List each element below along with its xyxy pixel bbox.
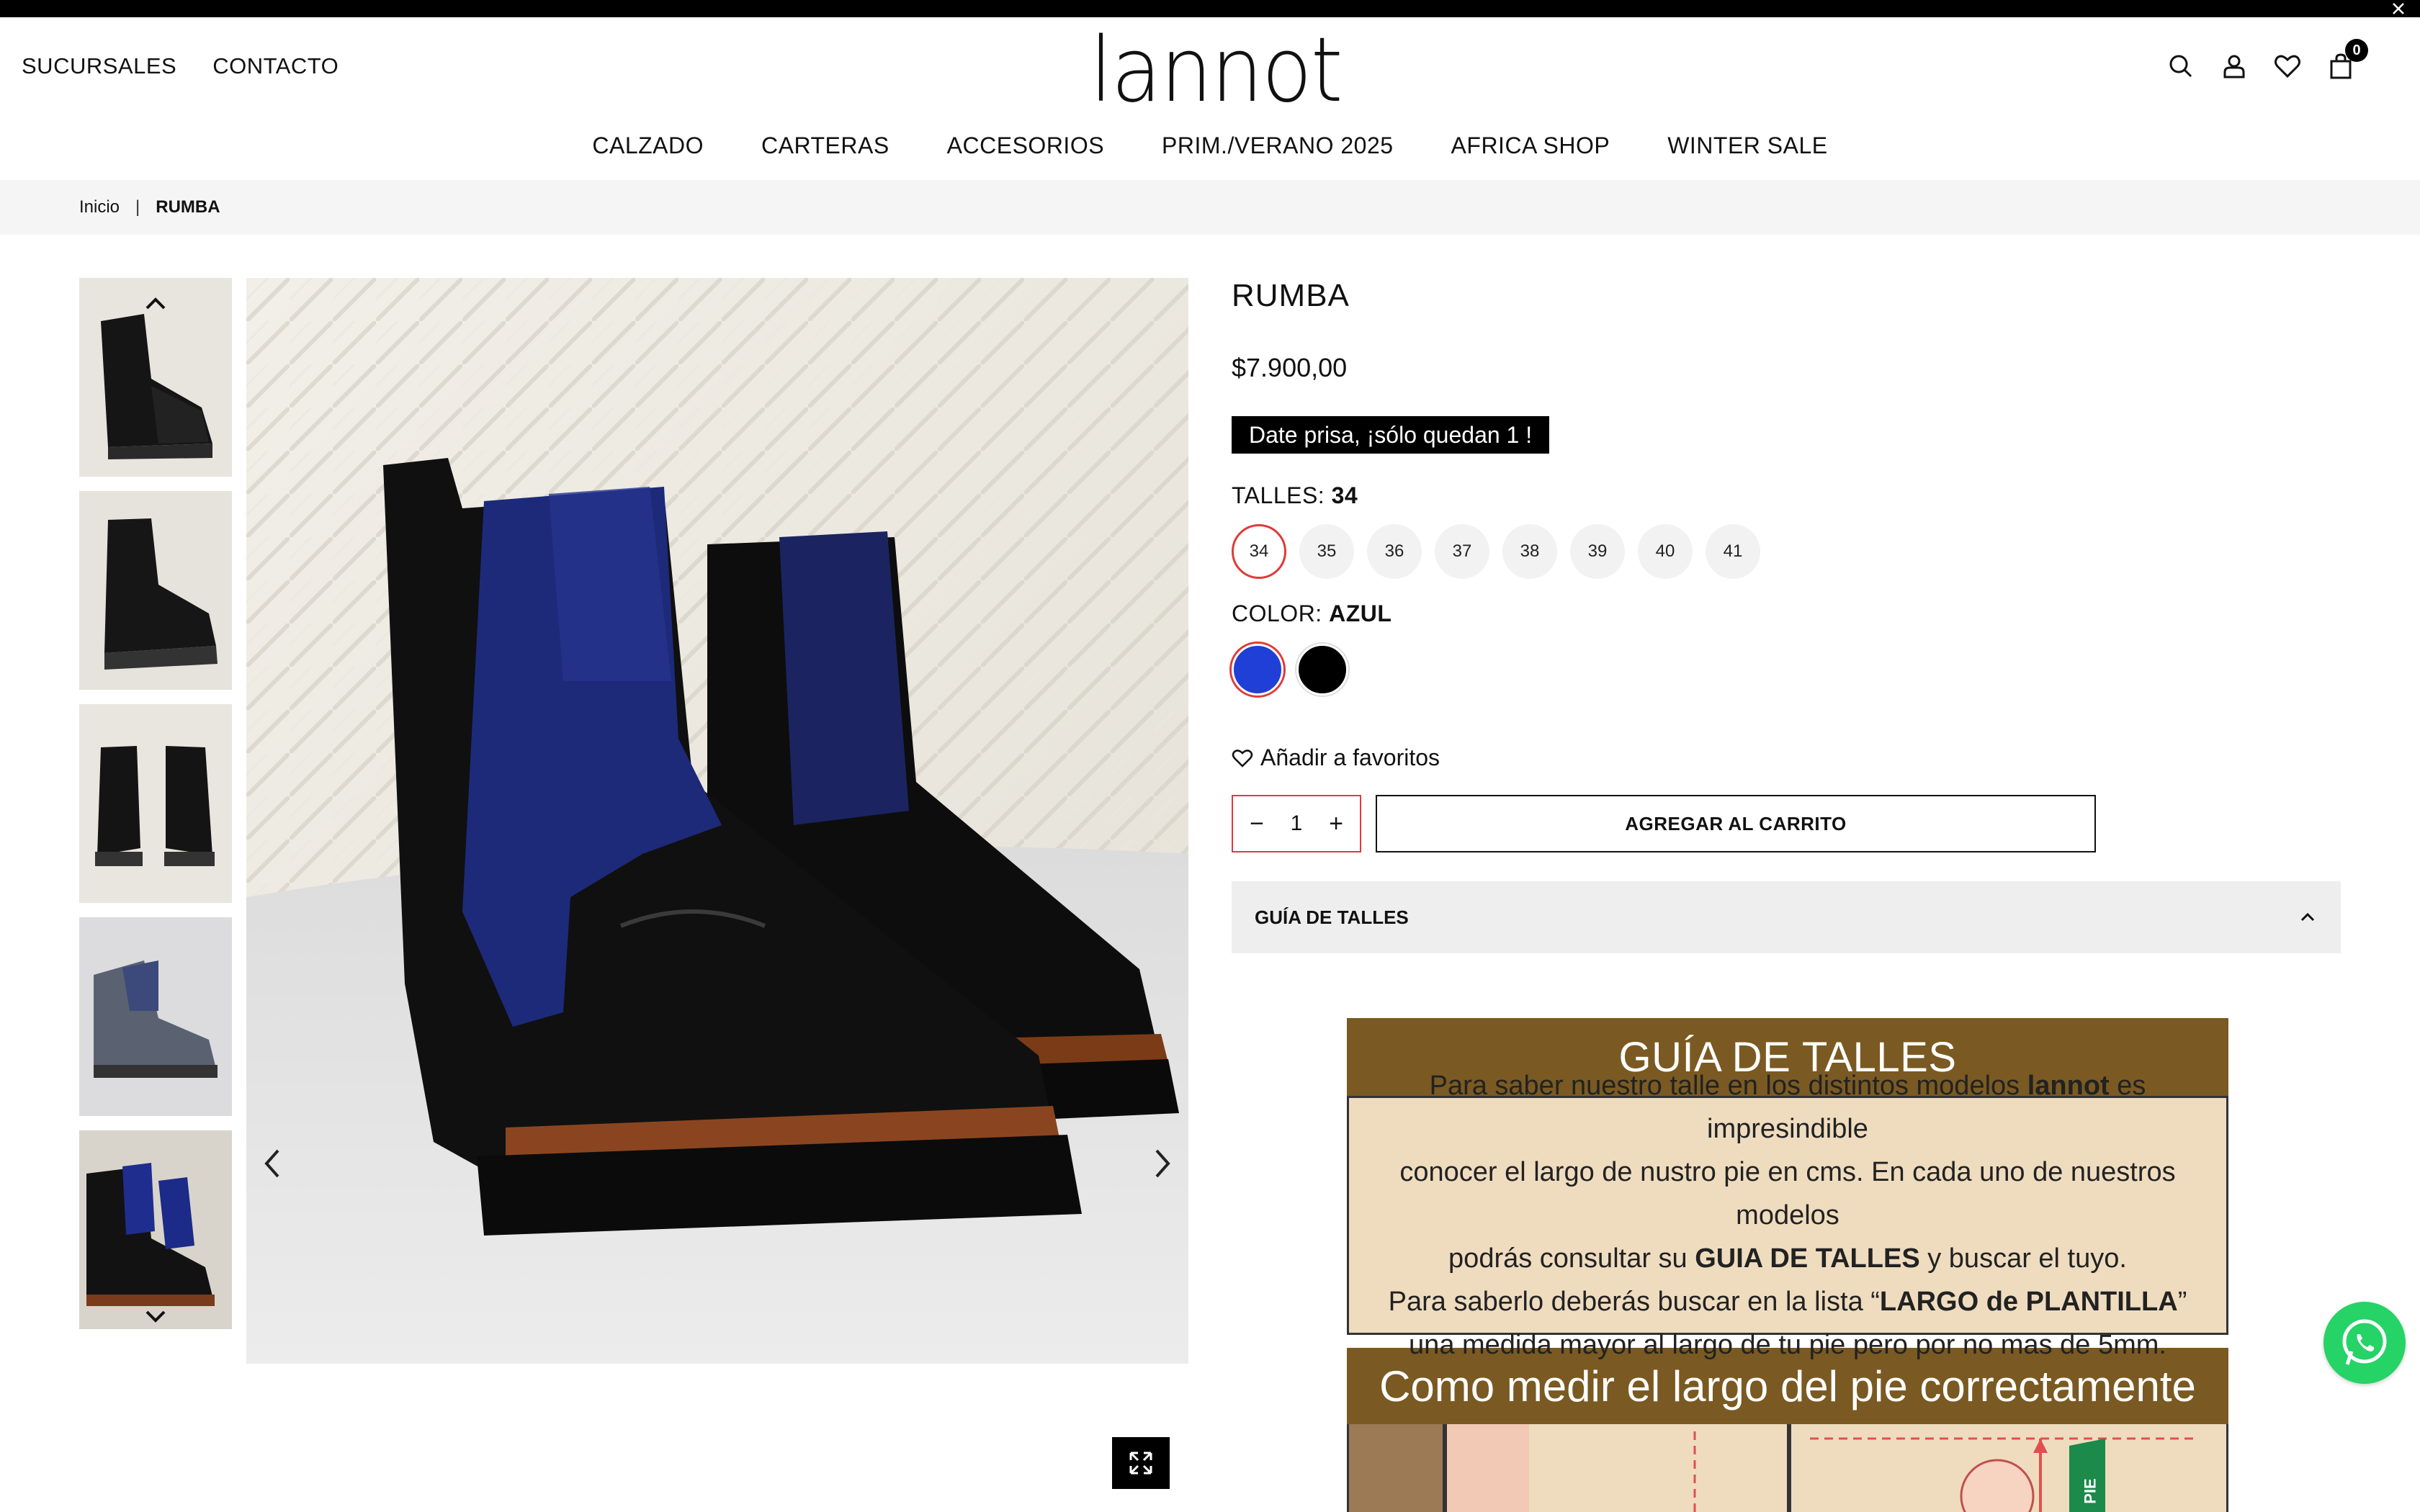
link-sucursales[interactable]: SUCURSALES (22, 53, 176, 79)
whatsapp-button[interactable] (2323, 1302, 2406, 1384)
bag-icon[interactable]: 0 (2326, 39, 2368, 81)
size-option-40[interactable]: 40 (1638, 524, 1693, 579)
thumbnail-5[interactable] (79, 1130, 232, 1329)
size-guide-accordion[interactable]: GUÍA DE TALLES (1232, 881, 2341, 953)
chevron-left-icon[interactable] (258, 1142, 287, 1185)
heart-outline-icon (1232, 749, 1253, 768)
user-icon[interactable] (2220, 52, 2249, 81)
guide-line-4: Para saberlo deberás buscar en la lista … (1389, 1280, 2187, 1323)
main-nav: CALZADO CARTERAS ACCESORIOS PRIM./VERANO… (0, 132, 2420, 159)
breadcrumb: Inicio | RUMBA (0, 180, 2420, 235)
heart-icon[interactable] (2273, 52, 2302, 81)
decrease-quantity-button[interactable]: − (1246, 810, 1268, 838)
color-swatch-negro[interactable] (1296, 644, 1348, 696)
quantity-value[interactable]: 1 (1291, 811, 1303, 836)
size-label-text: TALLES: (1232, 482, 1325, 508)
guide-line-4-c: ” (2177, 1287, 2187, 1317)
whatsapp-icon (2342, 1319, 2387, 1365)
guide-line-1-a: Para saber nuestro talle en los distinto… (1429, 1071, 2027, 1101)
guide-line-4-b: LARGO de PLANTILLA (1879, 1287, 2178, 1317)
link-contacto[interactable]: CONTACTO (212, 53, 339, 79)
guide-line-1: Para saber nuestro talle en los distinto… (1349, 1064, 2226, 1151)
thumbnail-2[interactable] (79, 491, 232, 690)
guide-line-5: una medida mayor al largo de tu pie pero… (1409, 1330, 2166, 1360)
guide-line-3: podrás consultar su GUIA DE TALLES y bus… (1448, 1237, 2127, 1280)
product-main-image[interactable] (246, 278, 1188, 1364)
nav-carteras[interactable]: CARTERAS (761, 132, 889, 159)
breadcrumb-home[interactable]: Inicio (79, 197, 120, 217)
color-label: COLOR: AZUL (1232, 600, 1392, 627)
add-to-cart-button[interactable]: AGREGAR AL CARRITO (1376, 795, 2096, 852)
size-option-41[interactable]: 41 (1706, 524, 1760, 579)
favorites-label: Añadir a favoritos (1260, 744, 1440, 770)
site-header: SUCURSALES CONTACTO lannot 0 CALZADO CAR… (0, 17, 2420, 180)
color-label-text: COLOR: (1232, 600, 1322, 626)
chevron-right-icon[interactable] (1148, 1142, 1177, 1185)
breadcrumb-current: RUMBA (156, 197, 220, 217)
color-swatch-azul[interactable] (1232, 644, 1283, 696)
selected-color: AZUL (1329, 600, 1392, 626)
chevron-up-icon[interactable] (141, 292, 170, 314)
size-option-36[interactable]: 36 (1367, 524, 1422, 579)
logo-text: lannot (1090, 19, 1343, 122)
product-title: RUMBA (1232, 278, 1350, 313)
nav-africa-shop[interactable]: AFRICA SHOP (1451, 132, 1610, 159)
logo[interactable]: lannot (1079, 19, 1350, 122)
nav-winter-sale[interactable]: WINTER SALE (1667, 132, 1827, 159)
breadcrumb-separator: | (135, 197, 140, 217)
size-option-38[interactable]: 38 (1502, 524, 1557, 579)
selected-size: 34 (1331, 482, 1358, 508)
increase-quantity-button[interactable]: + (1325, 810, 1347, 838)
guide-line-3-c: y buscar el tuyo. (1919, 1243, 2127, 1274)
stock-badge: Date prisa, ¡sólo quedan 1 ! (1232, 416, 1550, 454)
cart-count-badge: 0 (2345, 39, 2368, 62)
size-guide-graphic: GUÍA DE TALLES Para saber nuestro talle … (1347, 1018, 2228, 1512)
accordion-title: GUÍA DE TALLES (1255, 906, 1409, 928)
size-option-37[interactable]: 37 (1435, 524, 1489, 579)
illustration-label: PIE (2081, 1478, 2099, 1504)
guide-line-3-b: GUIA DE TALLES (1695, 1243, 1920, 1274)
size-options: 34 35 36 37 38 39 40 41 (1232, 524, 1760, 579)
guide-line-1-b: lannot (2027, 1071, 2110, 1101)
nav-calzado[interactable]: CALZADO (592, 132, 704, 159)
chevron-down-icon[interactable] (141, 1306, 170, 1328)
size-option-34[interactable]: 34 (1232, 524, 1286, 579)
add-to-favorites[interactable]: Añadir a favoritos (1232, 744, 1440, 771)
thumbnail-3[interactable] (79, 704, 232, 903)
nav-primavera-verano[interactable]: PRIM./VERANO 2025 (1162, 132, 1394, 159)
size-option-39[interactable]: 39 (1570, 524, 1625, 579)
close-icon[interactable] (2388, 0, 2408, 19)
thumbnail-4[interactable] (79, 917, 232, 1116)
quantity-stepper: − 1 + (1232, 795, 1361, 852)
color-options (1232, 644, 1348, 696)
size-label: TALLES: 34 (1232, 482, 1358, 509)
search-icon[interactable] (2166, 52, 2195, 81)
thumbnail-gallery (79, 278, 232, 1329)
guide-line-2: conocer el largo de nustro pie en cms. E… (1399, 1157, 2176, 1230)
product-price: $7.900,00 (1232, 353, 1348, 382)
guide-line-4-a: Para saberlo deberás buscar en la lista … (1388, 1287, 1880, 1317)
measure-illustration: PIE (1347, 1424, 2228, 1512)
guide-line-3-a: podrás consultar su (1448, 1243, 1695, 1274)
header-icons: 0 (2166, 39, 2368, 81)
expand-icon[interactable] (1112, 1437, 1170, 1489)
nav-accesorios[interactable]: ACCESORIOS (947, 132, 1104, 159)
announcement-bar (0, 0, 2420, 17)
size-guide-text: Para saber nuestro talle en los distinto… (1347, 1071, 2228, 1360)
size-option-35[interactable]: 35 (1299, 524, 1354, 579)
chevron-up-icon (2300, 912, 2315, 922)
header-links: SUCURSALES CONTACTO (22, 53, 339, 79)
